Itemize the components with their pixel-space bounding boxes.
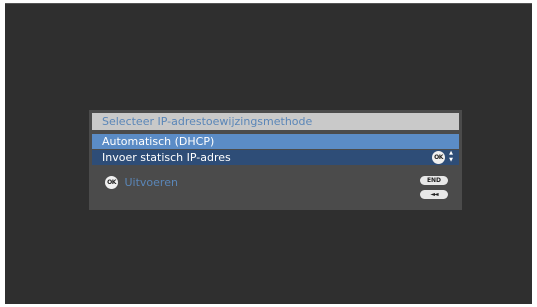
option-label: Automatisch (DHCP) bbox=[102, 135, 215, 148]
end-button[interactable]: END bbox=[420, 176, 448, 185]
ip-method-dialog: Selecteer IP-adrestoewijzingsmethode Aut… bbox=[89, 110, 462, 210]
execute-label: Uitvoeren bbox=[124, 176, 178, 189]
option-dhcp[interactable]: Automatisch (DHCP) bbox=[92, 134, 459, 149]
back-button[interactable]: ◄◄ bbox=[420, 190, 448, 199]
execute-hint[interactable]: OK Uitvoeren bbox=[105, 175, 178, 190]
dialog-title: Selecteer IP-adrestoewijzingsmethode bbox=[92, 113, 459, 130]
ok-icon: OK bbox=[432, 151, 445, 164]
option-static-ip[interactable]: Invoer statisch IP-adres OK ▲ ▼ bbox=[92, 150, 459, 165]
ok-icon: OK bbox=[105, 175, 118, 189]
option-label: Invoer statisch IP-adres bbox=[102, 151, 231, 164]
tv-screen: Selecteer IP-adrestoewijzingsmethode Aut… bbox=[5, 3, 532, 304]
up-down-arrows-icon: ▲ ▼ bbox=[449, 150, 453, 163]
